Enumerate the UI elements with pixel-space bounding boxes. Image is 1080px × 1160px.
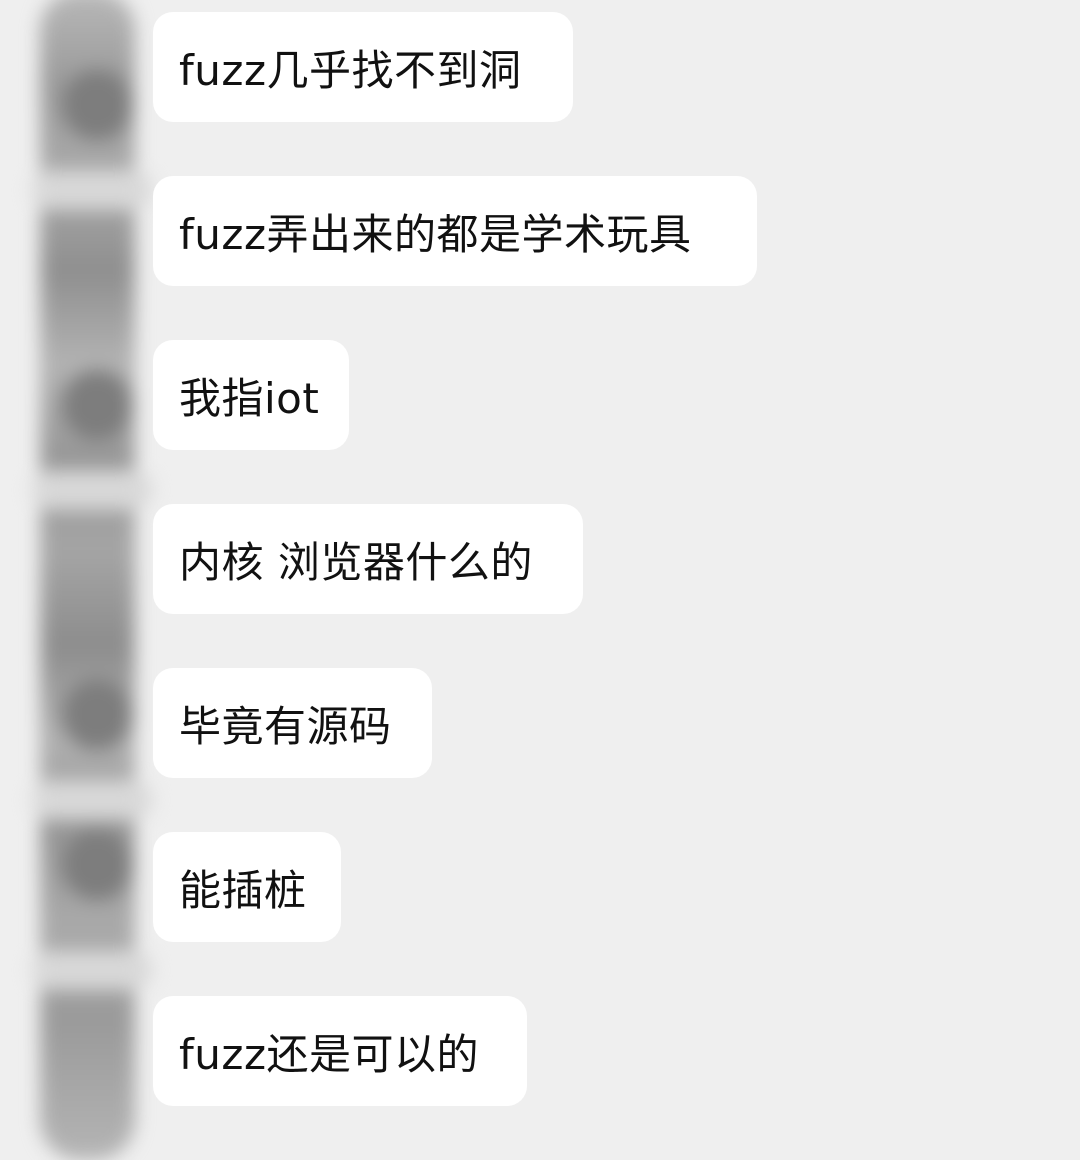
message-text: 内核 浏览器什么的 xyxy=(179,537,533,587)
message-bubble[interactable]: 能插桩 xyxy=(153,832,341,942)
message-bubble[interactable]: 我指iot xyxy=(153,340,349,450)
blurred-avatar-band xyxy=(40,0,135,1160)
chat-view: fuzz几乎找不到洞 fuzz弄出来的都是学术玩具 我指iot 内核 浏览器什么… xyxy=(0,0,1080,1160)
blurred-avatar xyxy=(62,370,132,440)
blurred-avatar xyxy=(62,680,132,750)
message-bubble[interactable]: fuzz弄出来的都是学术玩具 xyxy=(153,176,757,286)
message-text: 毕竟有源码 xyxy=(179,701,392,751)
blurred-gap xyxy=(32,780,152,820)
message-text: 我指iot xyxy=(179,373,320,423)
blurred-gap xyxy=(32,170,152,210)
message-bubble[interactable]: 毕竟有源码 xyxy=(153,668,432,778)
message-bubble[interactable]: 内核 浏览器什么的 xyxy=(153,504,583,614)
blurred-avatar xyxy=(62,830,132,900)
message-text: fuzz几乎找不到洞 xyxy=(179,45,522,95)
message-bubble[interactable]: fuzz还是可以的 xyxy=(153,996,527,1106)
blurred-avatar-column xyxy=(22,0,162,1160)
message-text: fuzz弄出来的都是学术玩具 xyxy=(179,209,692,259)
message-text: fuzz还是可以的 xyxy=(179,1029,479,1079)
blurred-avatar xyxy=(62,70,132,140)
message-bubble[interactable]: fuzz几乎找不到洞 xyxy=(153,12,573,122)
message-text: 能插桩 xyxy=(179,865,307,915)
blurred-gap xyxy=(32,950,152,990)
blurred-gap xyxy=(32,470,152,510)
